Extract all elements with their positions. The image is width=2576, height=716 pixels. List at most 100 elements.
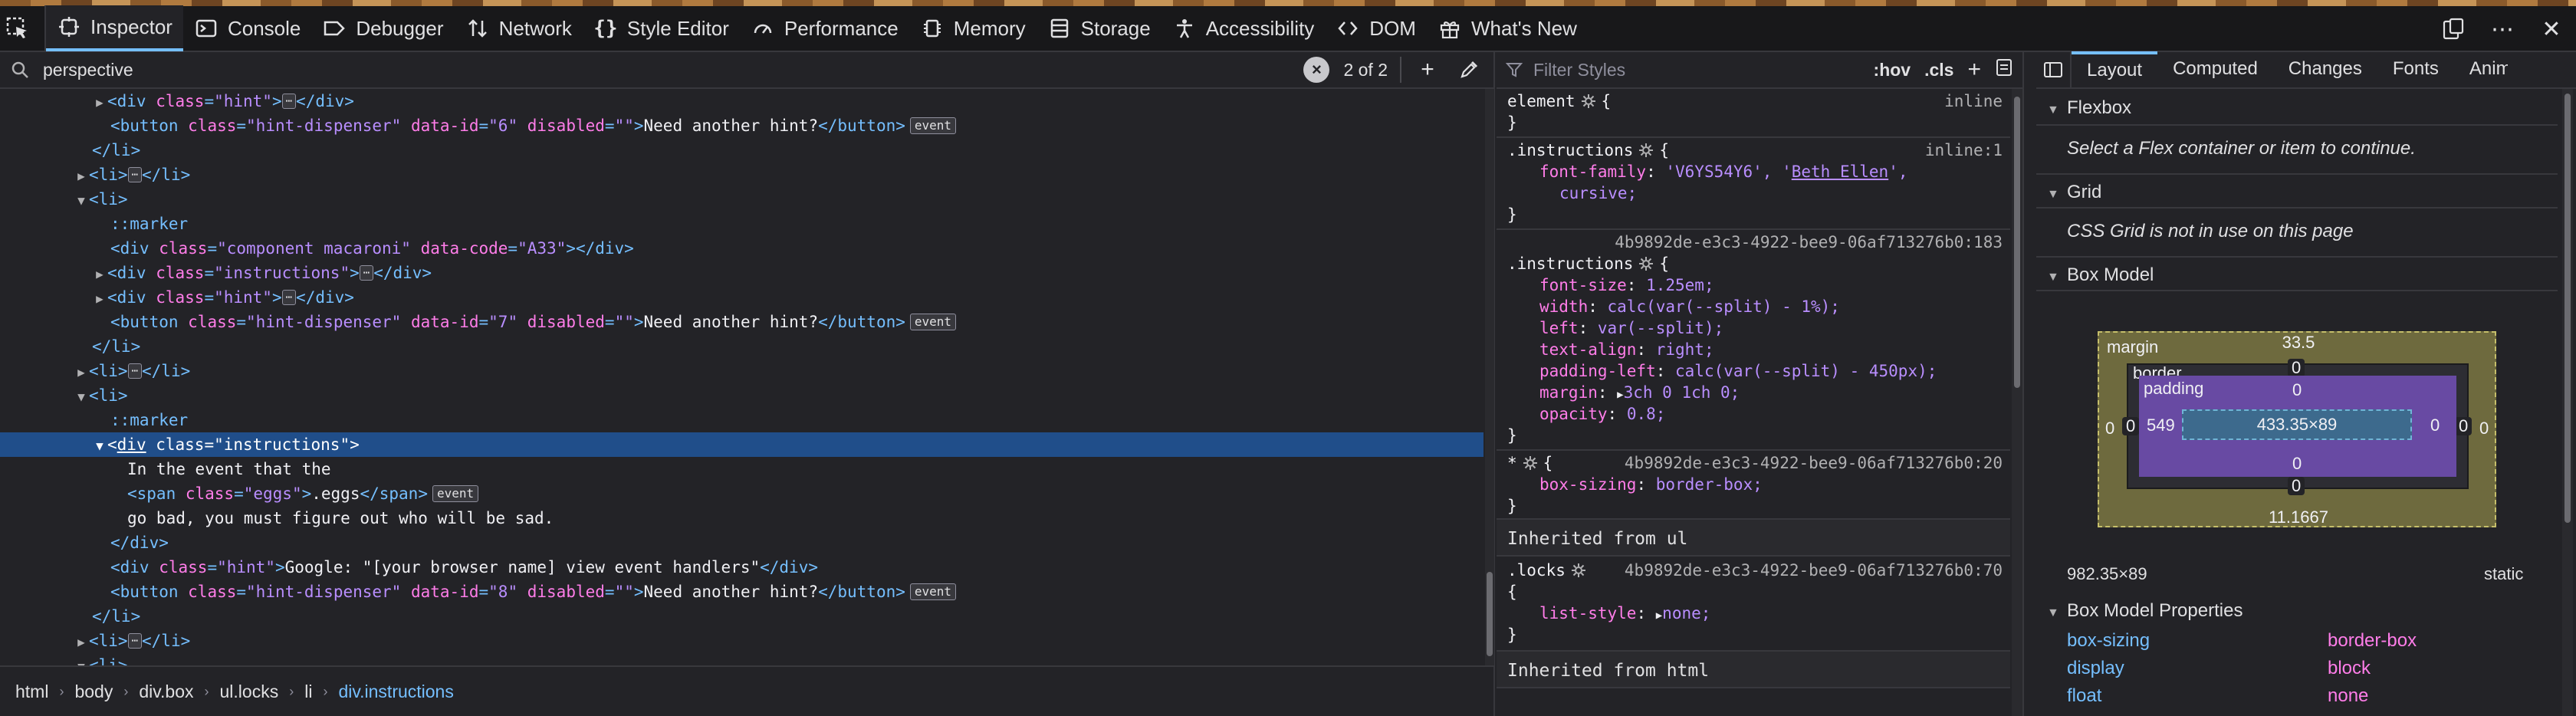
tab-debugger[interactable]: Debugger — [311, 5, 454, 51]
font-link[interactable]: Beth Ellen — [1792, 163, 1888, 181]
rule-selector[interactable]: .instructions{ — [1507, 140, 1669, 161]
rules-scrollbar[interactable] — [2012, 89, 2022, 716]
box-model-section-header[interactable]: ▼ Box Model — [2036, 256, 2558, 291]
rule-selector[interactable]: .locks — [1507, 560, 1592, 581]
box-model-properties-header[interactable]: ▼ Box Model Properties — [2036, 593, 2558, 629]
declaration[interactable]: width: calc(var(--split) - 1%); — [1539, 296, 1840, 317]
tab-accessibility[interactable]: Accessibility — [1162, 5, 1326, 51]
collapsed-content-icon[interactable]: ⋯ — [127, 167, 143, 182]
tree-node[interactable]: ▶ <li> ⋯ </li> — [0, 359, 1484, 383]
expand-arrow-icon[interactable]: ▶ — [92, 90, 107, 115]
tree-node[interactable]: </li> — [0, 334, 1484, 359]
rule-selector[interactable]: *{ — [1507, 452, 1552, 474]
add-rule-icon[interactable]: + — [1967, 57, 1981, 83]
breadcrumb-ul-locks[interactable]: ul.locks — [220, 682, 279, 702]
declaration[interactable]: font-family: 'V6YS54Y6', 'Beth Ellen', — [1539, 161, 1907, 182]
declaration[interactable]: text-align: right; — [1539, 339, 1714, 360]
expand-shorthand-icon[interactable]: ▶ — [1617, 389, 1623, 401]
tab-network[interactable]: Network — [455, 5, 583, 51]
breadcrumb-li[interactable]: li — [304, 682, 312, 702]
tree-node[interactable]: ▶ <li> ⋯ </li> — [0, 163, 1484, 187]
padding-left-value[interactable]: 549 — [2147, 415, 2175, 435]
collapsed-content-icon[interactable]: ⋯ — [127, 363, 143, 379]
padding-bottom-value[interactable]: 0 — [2292, 454, 2302, 474]
collapsed-content-icon[interactable]: ⋯ — [359, 265, 374, 281]
tree-node[interactable]: ▼<li> — [0, 653, 1484, 665]
tree-node[interactable]: </div> — [0, 530, 1484, 555]
declaration[interactable]: box-sizing: border-box; — [1539, 474, 1763, 495]
box-model-padding[interactable]: padding 0 0 549 0 433.35×89 — [2139, 376, 2456, 477]
breadcrumb-div-instructions[interactable]: div.instructions — [338, 682, 453, 702]
box-model-border[interactable]: border 0 0 0 0 padding 0 0 549 0 433.35×… — [2122, 359, 2472, 495]
rule-source[interactable]: 4b9892de-e3c3-4922-bee9-06af713276b0:20 — [1625, 452, 2003, 474]
rule-source[interactable]: 4b9892de-e3c3-4922-bee9-06af713276b0:70 — [1625, 560, 2003, 581]
tree-node[interactable]: <span class="eggs">.eggs</span> event — [0, 481, 1484, 506]
tab-inspector[interactable]: Inspector — [46, 5, 183, 51]
clear-search-icon[interactable]: × — [1303, 57, 1330, 83]
collapse-arrow-icon[interactable]: ▼ — [74, 655, 89, 665]
eyedropper-icon[interactable] — [1455, 60, 1483, 80]
tree-node[interactable]: </li> — [0, 138, 1484, 163]
event-badge[interactable]: event — [909, 314, 957, 330]
print-media-icon[interactable] — [1995, 57, 2013, 82]
event-badge[interactable]: event — [432, 485, 479, 502]
class-toggle-button[interactable]: .cls — [1924, 60, 1953, 80]
tab-memory[interactable]: Memory — [909, 5, 1037, 51]
tab-layout[interactable]: Layout — [2072, 51, 2158, 88]
tree-node[interactable]: </li> — [0, 604, 1484, 629]
border-bottom-value[interactable]: 0 — [2288, 477, 2305, 495]
tree-node[interactable]: ▶ <div class="hint"> ⋯ </div> — [0, 89, 1484, 113]
tab-console[interactable]: Console — [183, 5, 311, 51]
tree-node[interactable]: ▼<li> — [0, 383, 1484, 408]
declaration[interactable]: margin: ▶3ch 0 1ch 0; — [1539, 382, 1740, 403]
declaration[interactable]: font-size: 1.25em; — [1539, 274, 1714, 296]
tree-node-selected[interactable]: ▼ <div class="instructions"> — [0, 432, 1484, 457]
tree-node[interactable]: <div class="component macaroni" data-cod… — [0, 236, 1484, 261]
flexbox-section-header[interactable]: ▼ Flexbox — [2036, 90, 2558, 126]
tab-dom[interactable]: DOM — [1325, 5, 1427, 51]
tree-node[interactable]: ::marker — [0, 408, 1484, 432]
rule-source[interactable]: inline — [1944, 90, 2003, 112]
border-right-value[interactable]: 0 — [2455, 417, 2472, 435]
expand-arrow-icon[interactable]: ▶ — [74, 360, 89, 385]
declaration[interactable]: left: var(--split); — [1539, 317, 1723, 339]
grid-section-header[interactable]: ▼ Grid — [2036, 173, 2558, 209]
padding-right-value[interactable]: 0 — [2430, 415, 2440, 435]
tab-style-editor[interactable]: {} Style Editor — [583, 5, 740, 51]
scrollbar-thumb[interactable] — [1487, 572, 1493, 656]
tree-node[interactable]: ::marker — [0, 212, 1484, 236]
box-model-content[interactable]: 433.35×89 — [2182, 409, 2412, 440]
tree-node[interactable]: <div class="hint">Google: "[your browser… — [0, 555, 1484, 580]
padding-top-value[interactable]: 0 — [2292, 380, 2302, 400]
sidebar-scrollbar[interactable] — [2562, 89, 2573, 716]
tree-node[interactable]: ▶ <li> ⋯ </li> — [0, 629, 1484, 653]
breadcrumb-body[interactable]: body — [74, 682, 113, 702]
box-model-property[interactable]: display block — [2067, 655, 2542, 682]
breadcrumb-html[interactable]: html — [15, 682, 48, 702]
tab-storage[interactable]: Storage — [1037, 5, 1162, 51]
tab-whats-new[interactable]: What's New — [1427, 5, 1588, 51]
search-input[interactable]: perspective — [43, 60, 1303, 80]
box-model-margin[interactable]: margin 33.5 11.1667 0 0 border 0 0 0 0 p… — [2098, 331, 2496, 527]
rule-selector[interactable]: .instructions{ — [1507, 253, 1669, 274]
declaration[interactable]: list-style: ▶none; — [1539, 603, 1710, 624]
expand-arrow-icon[interactable]: ▶ — [74, 164, 89, 189]
rule-selector[interactable]: element{ — [1507, 90, 1611, 112]
tree-node[interactable]: go bad, you must figure out who will be … — [0, 506, 1484, 530]
declaration[interactable]: opacity: 0.8; — [1539, 403, 1665, 425]
tree-node[interactable]: <button class="hint-dispenser" data-id="… — [0, 113, 1484, 138]
markup-scrollbar[interactable] — [1485, 89, 1494, 665]
filter-styles-input[interactable]: Filter Styles — [1533, 60, 1860, 80]
collapse-arrow-icon[interactable]: ▼ — [92, 434, 107, 458]
border-top-value[interactable]: 0 — [2288, 359, 2305, 377]
more-options-icon[interactable]: ⋯ — [2486, 12, 2519, 46]
collapsed-content-icon[interactable]: ⋯ — [281, 94, 297, 109]
breadcrumb-div-box[interactable]: div.box — [139, 682, 193, 702]
add-node-icon[interactable]: + — [1414, 57, 1441, 83]
tree-node[interactable]: In the event that the — [0, 457, 1484, 481]
border-left-value[interactable]: 0 — [2122, 417, 2140, 435]
tree-node[interactable]: ▶ <div class="instructions"> ⋯ </div> — [0, 261, 1484, 285]
margin-right-value[interactable]: 0 — [2479, 419, 2489, 438]
box-model-property[interactable]: float none — [2067, 682, 2542, 710]
close-icon[interactable]: ✕ — [2535, 12, 2568, 46]
